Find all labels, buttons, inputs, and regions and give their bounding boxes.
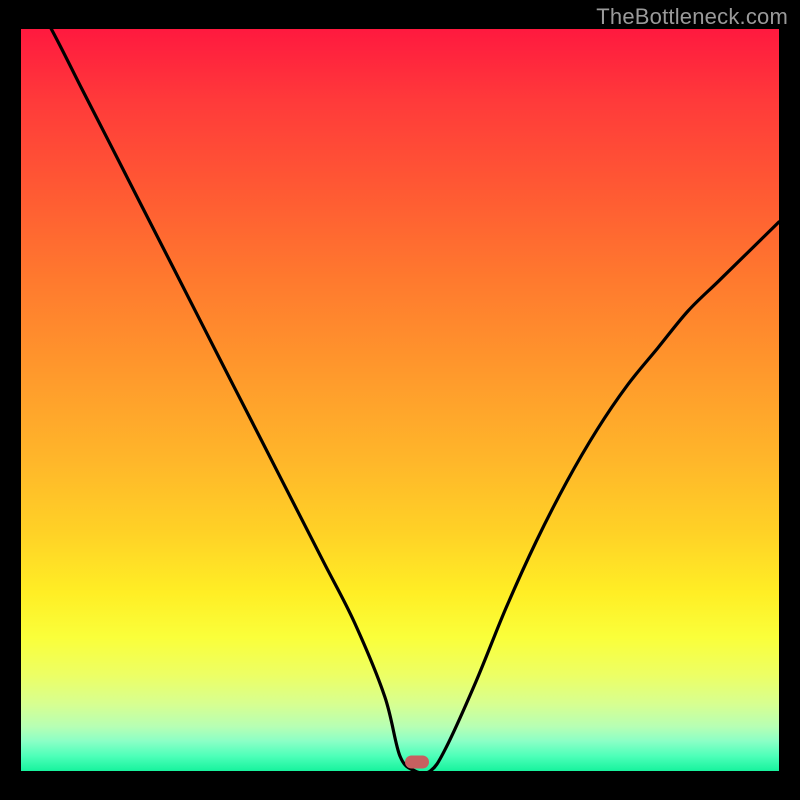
- bottleneck-curve: [21, 29, 779, 771]
- curve-path: [21, 29, 779, 771]
- minimum-marker: [405, 756, 429, 769]
- credit-label: TheBottleneck.com: [596, 4, 788, 30]
- chart-frame: TheBottleneck.com: [0, 0, 800, 800]
